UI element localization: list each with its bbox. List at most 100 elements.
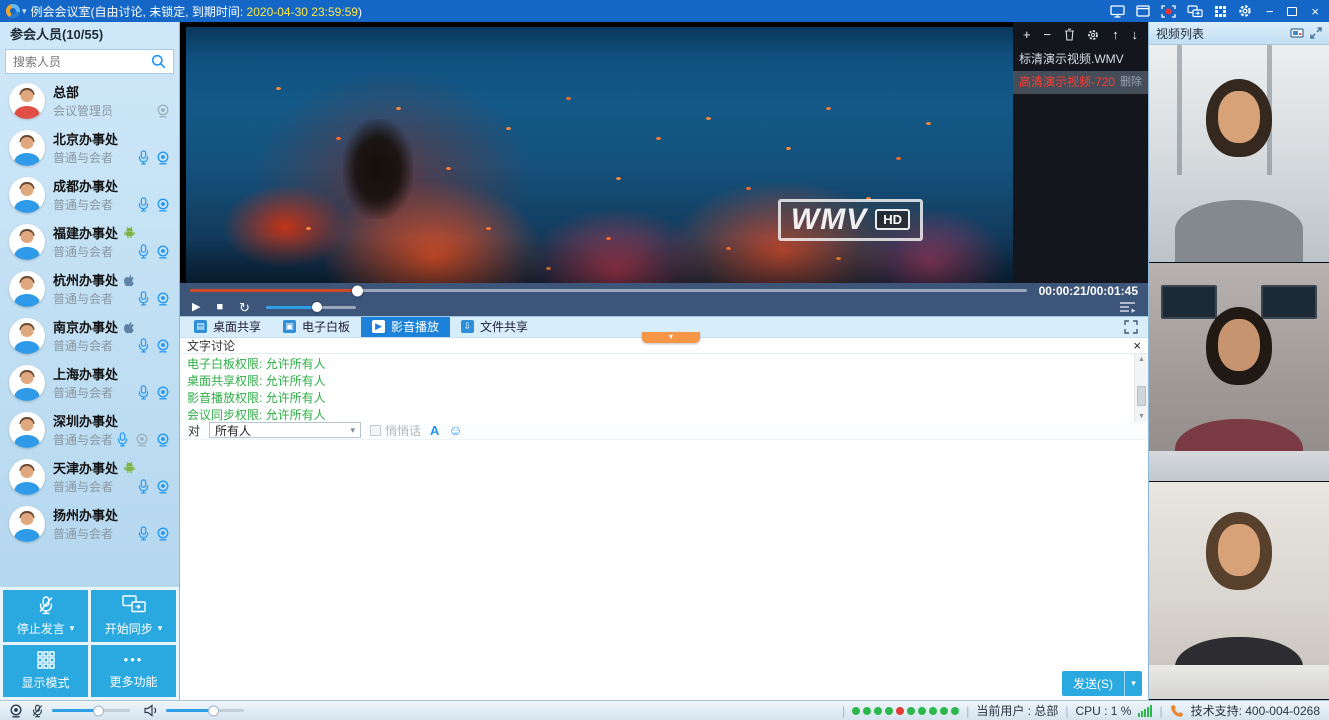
font-style-button[interactable]: A — [430, 423, 439, 438]
chat-scrollbar[interactable]: ▲ ▼ — [1134, 354, 1148, 422]
webcam-icon[interactable] — [156, 480, 170, 494]
participant-row[interactable]: 深圳办事处 普通与会者 — [0, 406, 179, 453]
participant-row[interactable]: 北京办事处 普通与会者 — [0, 124, 179, 171]
screen-capture-icon[interactable] — [1110, 5, 1125, 18]
participant-row[interactable]: 总部 会议管理员 — [0, 77, 179, 124]
microphone-icon[interactable] — [138, 338, 149, 353]
chat-close-icon[interactable]: × — [1133, 339, 1141, 352]
emoji-button[interactable]: ☺ — [448, 423, 462, 437]
webcam-disabled-icon[interactable] — [156, 104, 170, 118]
chat-text-input[interactable] — [180, 440, 1148, 701]
maximize-button[interactable] — [1287, 5, 1297, 18]
participant-row[interactable]: 福建办事处 普通与会者 — [0, 218, 179, 265]
participant-row[interactable]: 杭州办事处 普通与会者 — [0, 265, 179, 312]
video-thumbnail-2[interactable] — [1149, 263, 1329, 481]
play-button[interactable]: ▶ — [192, 302, 200, 313]
microphone-icon[interactable] — [117, 432, 128, 447]
more-features-button[interactable]: ••• 更多功能 — [91, 645, 176, 697]
volume-handle[interactable] — [312, 302, 322, 312]
fullscreen-icon[interactable] — [1124, 320, 1138, 334]
search-icon[interactable] — [151, 54, 166, 69]
clear-playlist-button[interactable] — [1064, 28, 1075, 41]
seek-bar[interactable] — [190, 289, 1027, 292]
display-mode-button[interactable]: 显示模式 — [3, 645, 88, 697]
settings-gear-icon[interactable] — [1238, 4, 1252, 18]
avatar — [9, 318, 45, 354]
panel-drag-handle[interactable]: ▾ — [642, 332, 700, 343]
video-thumbnail-1[interactable] — [1149, 45, 1329, 263]
feature-tab[interactable]: ▤ 桌面共享 — [183, 317, 272, 337]
tab-label: 桌面共享 — [213, 318, 261, 335]
recipient-select[interactable]: 所有人 ▾ — [209, 422, 361, 438]
stop-speaking-button[interactable]: 停止发言▾ — [3, 590, 88, 642]
close-button[interactable]: × — [1311, 5, 1319, 18]
search-input[interactable] — [13, 55, 147, 69]
mic-volume-handle[interactable] — [93, 705, 104, 716]
playlist-toggle-icon[interactable] — [1119, 301, 1136, 313]
seek-handle[interactable] — [352, 285, 363, 296]
participant-row[interactable]: 南京办事处 普通与会者 — [0, 312, 179, 359]
mic-volume-slider[interactable] — [52, 709, 130, 712]
expand-panel-icon[interactable] — [1310, 27, 1322, 39]
webcam-icon[interactable] — [156, 386, 170, 400]
speaker-volume-handle[interactable] — [208, 705, 219, 716]
microphone-icon[interactable] — [138, 150, 149, 165]
webcam-disabled-icon[interactable] — [135, 433, 149, 447]
video-mode-icon[interactable] — [1290, 28, 1304, 39]
microphone-icon[interactable] — [138, 526, 149, 541]
webcam-icon[interactable] — [156, 245, 170, 259]
pixel-grid-icon[interactable] — [1214, 5, 1227, 18]
microphone-icon[interactable] — [138, 291, 149, 306]
playlist-item-label: 高清演示视频-720P.wmv — [1019, 71, 1116, 94]
participant-row[interactable]: 成都办事处 普通与会者 — [0, 171, 179, 218]
participant-name: 南京办事处 — [53, 317, 118, 336]
microphone-icon[interactable] — [138, 385, 149, 400]
move-up-button[interactable]: ↑ — [1112, 28, 1119, 41]
delete-item-button[interactable]: 删除 — [1120, 71, 1142, 94]
remove-media-button[interactable]: − — [1043, 28, 1051, 41]
speaker-volume-slider[interactable] — [166, 709, 244, 712]
add-media-button[interactable]: + — [1023, 28, 1031, 41]
move-down-button[interactable]: ↓ — [1131, 28, 1138, 41]
whisper-checkbox[interactable] — [370, 425, 381, 436]
speaker-icon[interactable] — [144, 704, 158, 717]
scroll-up-icon[interactable]: ▲ — [1138, 356, 1145, 363]
loop-button[interactable]: ↻ — [239, 301, 250, 314]
send-options-chevron-icon[interactable]: ▾ — [1124, 671, 1142, 696]
minimize-button[interactable]: − — [1266, 5, 1274, 18]
webcam-icon[interactable] — [156, 433, 170, 447]
video-thumbnail-3[interactable] — [1149, 482, 1329, 700]
whisper-option[interactable]: 悄悄话 — [370, 422, 421, 439]
playlist-item[interactable]: 标清演示视频.WMV — [1013, 48, 1148, 71]
microphone-muted-icon[interactable] — [31, 704, 44, 718]
microphone-icon[interactable] — [138, 197, 149, 212]
scroll-down-icon[interactable]: ▼ — [1138, 413, 1145, 420]
webcam-icon[interactable] — [156, 527, 170, 541]
stop-button[interactable]: ■ — [216, 302, 223, 313]
playlist-item[interactable]: 高清演示视频-720P.wmv 删除 — [1013, 71, 1148, 94]
webcam-status-icon[interactable] — [9, 704, 23, 718]
record-icon[interactable] — [1161, 5, 1176, 18]
microphone-icon[interactable] — [138, 479, 149, 494]
participant-row[interactable]: 上海办事处 普通与会者 — [0, 359, 179, 406]
webcam-icon[interactable] — [156, 151, 170, 165]
volume-slider[interactable] — [266, 306, 356, 309]
video-display[interactable]: WMV HD — [180, 22, 1013, 283]
feature-tab[interactable]: ▶ 影音播放 — [361, 317, 450, 337]
participant-row[interactable]: 扬州办事处 普通与会者 — [0, 500, 179, 547]
playlist-settings-icon[interactable] — [1087, 29, 1099, 41]
avatar — [9, 271, 45, 307]
screen-broadcast-icon[interactable] — [1187, 5, 1203, 18]
participant-row[interactable]: 天津办事处 普通与会者 — [0, 453, 179, 500]
microphone-icon[interactable] — [138, 244, 149, 259]
webcam-icon[interactable] — [156, 339, 170, 353]
webcam-icon[interactable] — [156, 292, 170, 306]
send-button[interactable]: 发送(S) ▾ — [1062, 671, 1142, 696]
feature-tab[interactable]: ⇩ 文件共享 — [450, 317, 539, 337]
window-capture-icon[interactable] — [1136, 5, 1150, 17]
scrollbar-thumb[interactable] — [1137, 386, 1146, 406]
start-sync-button[interactable]: 开始同步▾ — [91, 590, 176, 642]
feature-tab[interactable]: ▣ 电子白板 — [272, 317, 361, 337]
logo-menu-chevron-icon[interactable]: ▾ — [22, 6, 27, 17]
webcam-icon[interactable] — [156, 198, 170, 212]
